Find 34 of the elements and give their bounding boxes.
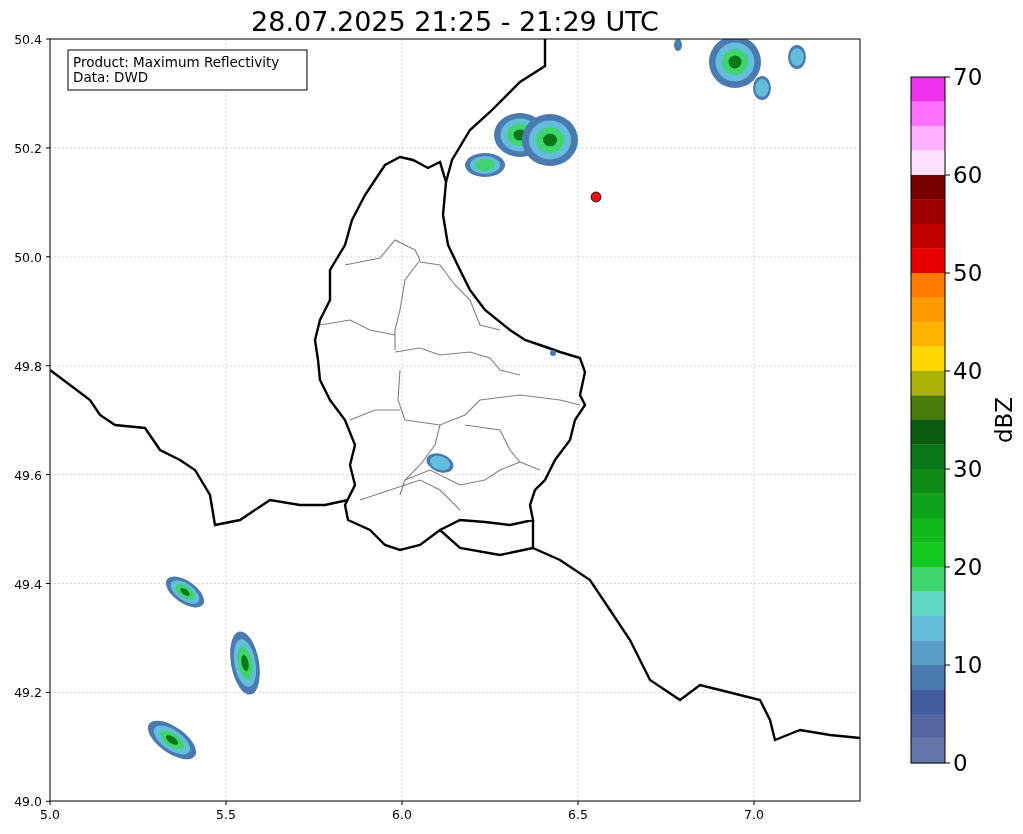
- radar-echo: [788, 45, 806, 69]
- colorbar-tick-label: 40: [953, 358, 983, 384]
- axis-tick-label: 49.2: [14, 685, 42, 701]
- chart-title: 28.07.2025 21:25 - 21:29 UTC: [251, 6, 659, 37]
- radar-echo: [522, 114, 578, 166]
- radar-echo: [426, 453, 454, 473]
- axis-tick-label: 50.2: [14, 140, 42, 156]
- axis-tick-label: 7.0: [744, 807, 764, 822]
- axis-tick-label: 49.6: [14, 467, 42, 483]
- radar-echo: [165, 576, 205, 608]
- colorbar-tick-label: 0: [953, 750, 968, 776]
- axis-tick-label: 5.0: [40, 807, 60, 822]
- axis-tick-label: 50.0: [14, 249, 42, 265]
- radar-echo: [147, 720, 197, 760]
- colorbar-tick-label: 20: [953, 554, 983, 580]
- info-text: Data: DWD: [73, 69, 149, 85]
- axis-tick-label: 49.0: [14, 794, 42, 810]
- colorbar-label: dBZ: [991, 396, 1017, 444]
- colorbar-tick-label: 50: [953, 260, 983, 286]
- colorbar-tick-label: 60: [953, 162, 983, 188]
- radar-echo: [674, 39, 682, 51]
- axis-tick-label: 49.8: [14, 358, 42, 374]
- axis-tick-label: 5.5: [216, 807, 236, 822]
- axis-tick-label: 49.4: [14, 576, 42, 592]
- axis-tick-label: 50.4: [14, 32, 42, 47]
- radar-echo: [550, 350, 556, 356]
- location-marker: [590, 191, 602, 203]
- info-text: Product: Maximum Reflectivity: [73, 54, 280, 70]
- axis-tick-label: 6.0: [392, 807, 412, 822]
- colorbar-tick-label: 30: [953, 456, 983, 482]
- axis-tick-label: 6.5: [568, 807, 588, 822]
- colorbar-tick-label: 70: [953, 64, 983, 90]
- colorbar-tick-label: 10: [953, 652, 983, 678]
- radar-echo: [230, 631, 260, 695]
